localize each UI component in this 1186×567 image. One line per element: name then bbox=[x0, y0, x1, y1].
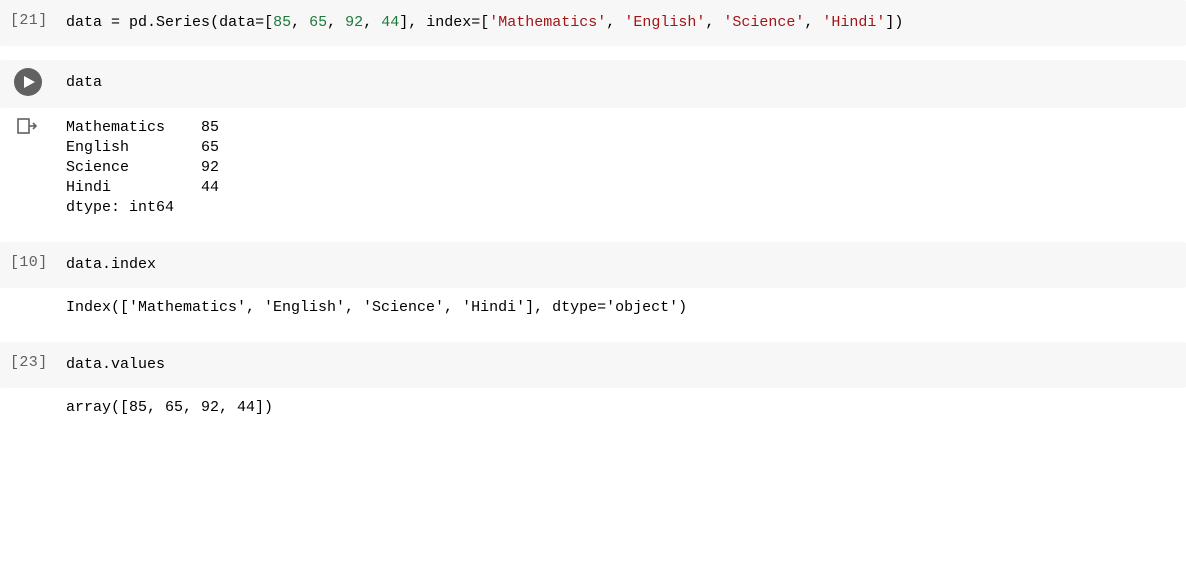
prompt-label: [21] bbox=[10, 12, 48, 29]
code-content[interactable]: data bbox=[66, 72, 1176, 94]
code-input-row: data bbox=[0, 60, 1186, 108]
code-cell: [21] data = pd.Series(data=[85, 65, 92, … bbox=[0, 0, 1186, 46]
code-output-row: array([85, 65, 92, 44]) bbox=[0, 388, 1186, 428]
code-content[interactable]: data.index bbox=[66, 254, 1176, 276]
execution-count: [10] bbox=[10, 254, 66, 271]
code-input-row: [21] data = pd.Series(data=[85, 65, 92, … bbox=[0, 0, 1186, 46]
output-content: Index(['Mathematics', 'English', 'Scienc… bbox=[66, 298, 1176, 318]
code-cell: [23] data.values array([85, 65, 92, 44]) bbox=[0, 342, 1186, 428]
run-button[interactable] bbox=[14, 68, 42, 96]
output-gutter bbox=[10, 118, 66, 138]
output-content: array([85, 65, 92, 44]) bbox=[66, 398, 1176, 418]
execution-count: [21] bbox=[10, 12, 66, 29]
code-content[interactable]: data = pd.Series(data=[85, 65, 92, 44], … bbox=[66, 12, 1176, 34]
code-output-row: Index(['Mathematics', 'English', 'Scienc… bbox=[0, 288, 1186, 328]
play-icon bbox=[24, 76, 35, 88]
code-output-row: Mathematics 85 English 65 Science 92 Hin… bbox=[0, 108, 1186, 228]
run-button-gutter bbox=[10, 72, 66, 96]
prompt-label: [10] bbox=[10, 254, 48, 271]
output-content: Mathematics 85 English 65 Science 92 Hin… bbox=[66, 118, 1176, 218]
code-content[interactable]: data.values bbox=[66, 354, 1176, 376]
code-cell: data Mathematics 85 English 65 Science 9… bbox=[0, 60, 1186, 228]
notebook: [21] data = pd.Series(data=[85, 65, 92, … bbox=[0, 0, 1186, 428]
code-input-row: [23] data.values bbox=[0, 342, 1186, 388]
code-input-row: [10] data.index bbox=[0, 242, 1186, 288]
execution-count: [23] bbox=[10, 354, 66, 371]
output-arrow-icon bbox=[16, 116, 38, 138]
prompt-label: [23] bbox=[10, 354, 48, 371]
code-cell: [10] data.index Index(['Mathematics', 'E… bbox=[0, 242, 1186, 328]
